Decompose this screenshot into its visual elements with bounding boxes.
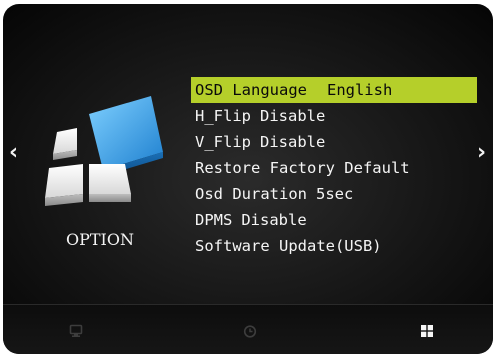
menu-item-label: OSD Language	[195, 81, 307, 99]
bottom-tab-bar	[3, 304, 493, 354]
menu-item-label: H_Flip	[195, 107, 251, 125]
clock-icon	[243, 325, 257, 338]
tab-picture[interactable]	[57, 305, 97, 354]
option-blocks-icon	[45, 96, 163, 206]
tab-timer[interactable]	[231, 305, 271, 354]
menu-item-value: English	[326, 81, 393, 99]
menu-item-osd-language[interactable]: OSD Language English	[191, 77, 477, 103]
menu-item-value: Disable	[260, 133, 326, 151]
menu-item-label: Software Update(USB)	[195, 237, 382, 255]
option-menu: OSD Language English H_Flip Disable V_Flip…	[191, 77, 477, 259]
menu-item-value: 5sec	[315, 185, 354, 203]
menu-item-value: Disable	[260, 107, 326, 125]
tab-option[interactable]	[408, 305, 448, 354]
grid-icon	[421, 325, 433, 337]
menu-item-software-update[interactable]: Software Update(USB)	[191, 233, 477, 259]
menu-item-dpms[interactable]: DPMS Disable	[191, 207, 477, 233]
monitor-icon	[69, 324, 83, 337]
menu-item-value: Disable	[241, 211, 307, 229]
menu-item-label: DPMS	[195, 211, 233, 229]
previous-page-arrow-icon[interactable]: ‹	[9, 140, 18, 165]
section-label: OPTION	[66, 230, 134, 249]
menu-item-label: V_Flip	[195, 133, 251, 151]
menu-item-label: Restore Factory Default	[195, 159, 410, 177]
osd-window: ‹ › OPTION OSD Language English H_Flip D…	[3, 4, 493, 354]
menu-item-osd-duration[interactable]: Osd Duration 5sec	[191, 181, 477, 207]
next-page-arrow-icon[interactable]: ›	[477, 140, 486, 165]
menu-item-label: Osd Duration	[195, 185, 307, 203]
menu-item-v-flip[interactable]: V_Flip Disable	[191, 129, 477, 155]
menu-item-h-flip[interactable]: H_Flip Disable	[191, 103, 477, 129]
menu-item-restore-factory-default[interactable]: Restore Factory Default	[191, 155, 477, 181]
